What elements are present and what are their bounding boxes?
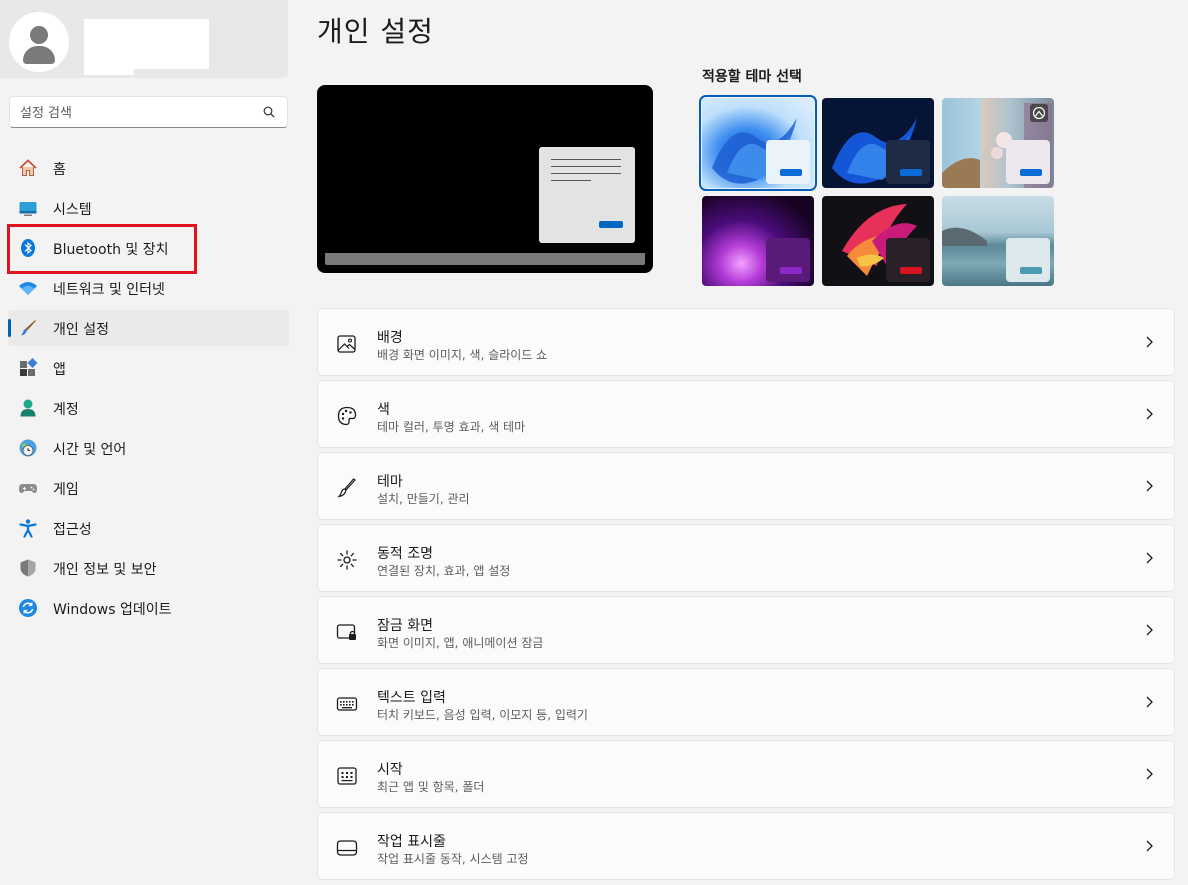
setting-title: 색 — [377, 402, 390, 418]
sidebar-item-accessibility[interactable]: 접근성 — [8, 510, 289, 546]
sidebar-item-label: 앱 — [53, 362, 66, 378]
chevron-right-icon — [1146, 696, 1153, 708]
picture-icon — [337, 335, 356, 353]
theme-captured-motion[interactable] — [822, 196, 934, 286]
sidebar-item-label: 네트워크 및 인터넷 — [53, 282, 165, 298]
sidebar-item-label: 개인 정보 및 보안 — [53, 562, 157, 578]
setting-subtitle: 테마 컬러, 투명 효과, 색 테마 — [377, 420, 526, 434]
setting-start[interactable]: 시작 최근 앱 및 항목, 폴더 — [317, 740, 1175, 808]
shield-icon — [20, 559, 36, 577]
sidebar-item-label: 홈 — [53, 162, 66, 178]
chevron-right-icon — [1146, 408, 1153, 420]
search-icon[interactable] — [263, 106, 275, 118]
home-icon — [19, 159, 37, 176]
lock-screen-icon — [336, 624, 356, 640]
setting-title: 텍스트 입력 — [377, 690, 446, 706]
sidebar-item-label: 개인 설정 — [53, 322, 109, 338]
setting-themes[interactable]: 테마 설치, 만들기, 관리 — [317, 452, 1175, 520]
system-icon — [19, 202, 37, 216]
sidebar-item-label: 접근성 — [53, 522, 92, 538]
keyboard-icon — [336, 697, 358, 711]
chevron-right-icon — [1146, 336, 1153, 348]
theme-grid — [699, 95, 1054, 288]
user-profile[interactable] — [0, 0, 288, 78]
sidebar-item-network[interactable]: 네트워크 및 인터넷 — [8, 270, 289, 306]
sidebar-item-personalization[interactable]: 개인 설정 — [8, 310, 289, 346]
preview-window — [539, 147, 635, 243]
preview-taskbar — [325, 253, 645, 265]
theme-glow[interactable] — [702, 196, 814, 286]
theme-windows-light[interactable] — [699, 95, 817, 191]
search-box[interactable] — [9, 96, 288, 128]
update-icon — [19, 599, 37, 617]
settings-list: 배경 배경 화면 이미지, 색, 슬라이드 쇼 색 테마 컬러, 투명 효과, … — [317, 308, 1175, 884]
setting-subtitle: 최근 앱 및 항목, 폴더 — [377, 780, 485, 794]
sidebar: 홈 시스템 Bluetooth 및 장치 네트워크 및 인터넷 — [0, 0, 300, 885]
sidebar-item-gaming[interactable]: 게임 — [8, 470, 289, 506]
globe-clock-icon — [19, 439, 37, 457]
sidebar-item-label: 계정 — [53, 402, 79, 418]
sidebar-item-apps[interactable]: 앱 — [8, 350, 289, 386]
chevron-right-icon — [1146, 840, 1153, 852]
setting-subtitle: 배경 화면 이미지, 색, 슬라이드 쇼 — [377, 348, 548, 362]
highlight-box — [7, 224, 197, 274]
setting-subtitle: 연결된 장치, 효과, 앱 설정 — [377, 564, 511, 578]
theme-flow[interactable] — [942, 196, 1054, 286]
start-icon — [337, 767, 357, 785]
setting-title: 동적 조명 — [377, 546, 433, 562]
sidebar-item-label: 시간 및 언어 — [53, 442, 127, 458]
dynamic-lighting-icon — [337, 550, 357, 570]
setting-background[interactable]: 배경 배경 화면 이미지, 색, 슬라이드 쇼 — [317, 308, 1175, 376]
page-title: 개인 설정 — [317, 15, 434, 48]
setting-title: 배경 — [377, 330, 403, 346]
setting-colors[interactable]: 색 테마 컬러, 투명 효과, 색 테마 — [317, 380, 1175, 448]
chevron-right-icon — [1146, 552, 1153, 564]
setting-dynamic-lighting[interactable]: 동적 조명 연결된 장치, 효과, 앱 설정 — [317, 524, 1175, 592]
chevron-right-icon — [1146, 480, 1153, 492]
sidebar-item-home[interactable]: 홈 — [8, 150, 289, 186]
setting-subtitle: 터치 키보드, 음성 입력, 이모지 등, 입력기 — [377, 708, 588, 722]
accessibility-icon — [19, 519, 37, 538]
setting-subtitle: 설치, 만들기, 관리 — [377, 492, 470, 506]
brush-icon — [337, 478, 356, 498]
palette-icon — [337, 406, 357, 426]
setting-taskbar[interactable]: 작업 표시줄 작업 표시줄 동작, 시스템 고정 — [317, 812, 1175, 880]
sidebar-item-label: Windows 업데이트 — [53, 602, 172, 618]
setting-subtitle: 화면 이미지, 앱, 애니메이션 잠금 — [377, 636, 544, 650]
setting-text-input[interactable]: 텍스트 입력 터치 키보드, 음성 입력, 이모지 등, 입력기 — [317, 668, 1175, 736]
brush-icon — [21, 320, 36, 336]
setting-title: 잠금 화면 — [377, 618, 433, 634]
setting-subtitle: 작업 표시줄 동작, 시스템 고정 — [377, 852, 529, 866]
setting-title: 작업 표시줄 — [377, 834, 446, 850]
avatar[interactable] — [9, 12, 69, 72]
chevron-right-icon — [1146, 624, 1153, 636]
sidebar-item-system[interactable]: 시스템 — [8, 190, 289, 226]
account-icon — [20, 399, 36, 417]
chevron-right-icon — [1146, 768, 1153, 780]
sidebar-item-accounts[interactable]: 계정 — [8, 390, 289, 426]
sidebar-item-privacy[interactable]: 개인 정보 및 보안 — [8, 550, 289, 586]
setting-title: 시작 — [377, 762, 403, 778]
nav-list: 홈 시스템 Bluetooth 및 장치 네트워크 및 인터넷 개인 설정 앱 … — [8, 150, 289, 630]
sidebar-item-windows-update[interactable]: Windows 업데이트 — [8, 590, 289, 626]
theme-section-label: 적용할 테마 선택 — [702, 69, 802, 85]
taskbar-icon — [336, 840, 358, 856]
sidebar-item-time-language[interactable]: 시간 및 언어 — [8, 430, 289, 466]
setting-lock-screen[interactable]: 잠금 화면 화면 이미지, 앱, 애니메이션 잠금 — [317, 596, 1175, 664]
theme-preview — [317, 85, 653, 273]
apps-icon — [20, 358, 38, 376]
gamepad-icon — [19, 484, 37, 493]
setting-title: 테마 — [377, 474, 403, 490]
sidebar-item-label: 게임 — [53, 482, 79, 498]
spotlight-badge-icon — [1030, 104, 1048, 122]
wifi-icon — [19, 282, 37, 295]
search-input[interactable] — [20, 103, 250, 123]
profile-name-redacted-2 — [84, 19, 134, 75]
sidebar-item-label: 시스템 — [53, 202, 92, 218]
theme-windows-dark[interactable] — [822, 98, 934, 188]
theme-spotlight[interactable] — [942, 98, 1054, 188]
